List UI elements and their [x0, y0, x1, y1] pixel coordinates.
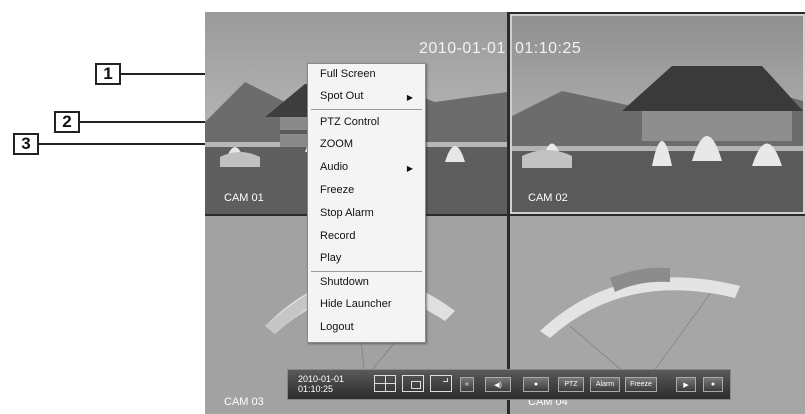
launcher-bar: 2010-01-01 01:10:25 « ◀) ● PTZ Alarm Fre…: [287, 369, 731, 400]
menu-item-zoom[interactable]: ZOOM: [320, 138, 353, 150]
menu-item-shutdown[interactable]: Shutdown: [320, 276, 369, 288]
menu-item-stop-alarm[interactable]: Stop Alarm: [320, 207, 374, 219]
ptz-button[interactable]: PTZ: [558, 377, 584, 392]
menu-item-ptz-control[interactable]: PTZ Control: [320, 116, 379, 128]
submenu-arrow-icon: ▶: [406, 164, 413, 173]
timestamp-time: 01:10:25: [515, 40, 582, 57]
menu-item-record[interactable]: Record: [320, 230, 355, 242]
layout-quad-icon[interactable]: [374, 375, 396, 392]
zoom-button[interactable]: ●: [523, 377, 549, 392]
callout-3: 3: [13, 133, 39, 155]
layout-sequence-icon[interactable]: [430, 375, 452, 392]
audio-button[interactable]: ◀): [485, 377, 511, 392]
context-menu: Full Screen Spot Out ▶ PTZ Control ZOOM …: [307, 63, 426, 343]
menu-item-spot-out[interactable]: Spot Out: [320, 90, 363, 102]
timestamp-date: 2010-01-01: [419, 40, 506, 57]
camera-label-3: CAM 03: [224, 396, 264, 408]
menu-item-logout[interactable]: Logout: [320, 321, 354, 333]
menu-item-play[interactable]: Play: [320, 252, 341, 264]
submenu-arrow-icon: ▶: [406, 93, 413, 102]
callout-2: 2: [54, 111, 80, 133]
collapse-launcher-button[interactable]: «: [460, 377, 474, 392]
menu-item-freeze[interactable]: Freeze: [320, 184, 354, 196]
menu-item-audio[interactable]: Audio: [320, 161, 348, 173]
camera-label-2: CAM 02: [528, 192, 568, 204]
callout-1: 1: [95, 63, 121, 85]
record-button[interactable]: ●: [703, 377, 723, 392]
menu-separator: [311, 271, 422, 272]
alarm-button[interactable]: Alarm: [590, 377, 620, 392]
dvr-screen: CAM 01 CAM 02 CAM 03 CAM 04 2010-01-01 0…: [205, 12, 805, 414]
camera-label-1: CAM 01: [224, 192, 264, 204]
menu-item-full-screen[interactable]: Full Screen: [320, 68, 376, 80]
launcher-time: 01:10:25: [298, 384, 334, 394]
play-button[interactable]: ▶: [676, 377, 696, 392]
layout-pip-icon[interactable]: [402, 375, 424, 392]
menu-item-hide-launcher[interactable]: Hide Launcher: [320, 298, 392, 310]
freeze-button[interactable]: Freeze: [625, 377, 657, 392]
menu-separator: [311, 109, 422, 110]
launcher-date: 2010-01-01: [298, 374, 345, 384]
